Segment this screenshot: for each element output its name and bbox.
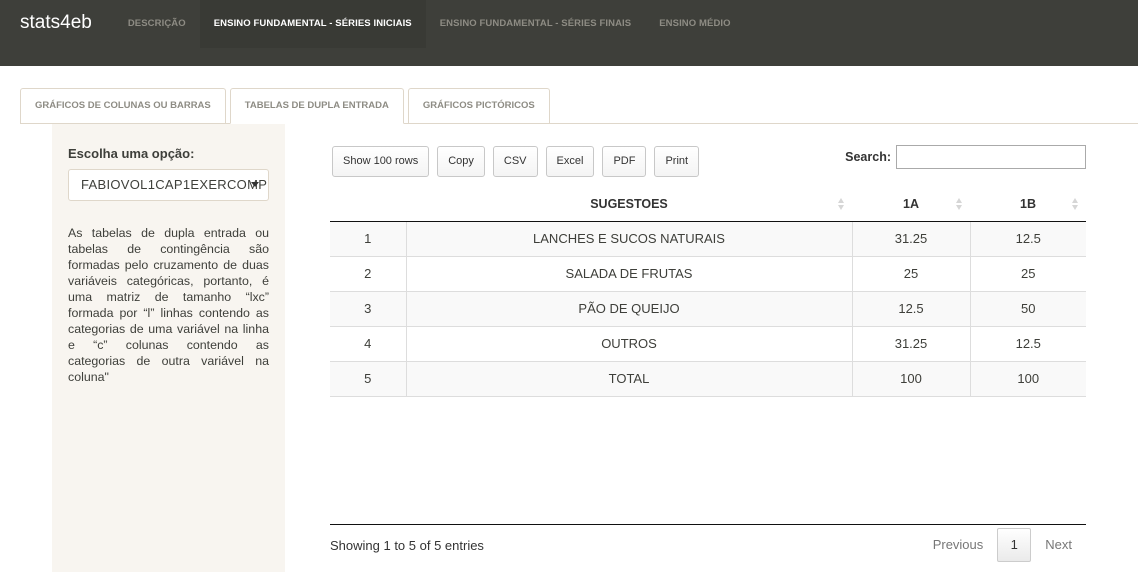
cell-1b: 12.5 xyxy=(969,220,1086,257)
option-select-value: FABIOVOL1CAP1EXERCOMP xyxy=(81,177,268,192)
sidebar-description: As tabelas de dupla entrada ou tabelas d… xyxy=(68,226,269,384)
table-row: 4 OUTROS 31.25 12.5 xyxy=(330,325,1086,362)
show-rows-button[interactable]: Show 100 rows xyxy=(332,146,430,177)
option-select[interactable]: FABIOVOL1CAP1EXERCOMP xyxy=(68,169,269,201)
cell-1a: 31.25 xyxy=(851,325,971,362)
cell-1b: 100 xyxy=(969,360,1086,397)
header-1a[interactable]: 1A xyxy=(852,187,970,222)
header-1b-label: 1B xyxy=(1020,196,1036,211)
cell-sugestao: PÃO DE QUEIJO xyxy=(405,290,853,327)
cell-1a: 100 xyxy=(851,360,971,397)
sidebar-panel: Escolha uma opção: FABIOVOL1CAP1EXERCOMP… xyxy=(52,124,285,572)
table-row: 5 TOTAL 100 100 xyxy=(330,360,1086,397)
cell-index: 2 xyxy=(330,255,407,292)
table-row: 1 LANCHES E SUCOS NATURAIS 31.25 12.5 xyxy=(330,220,1086,257)
header-index[interactable] xyxy=(330,187,406,222)
header-1b[interactable]: 1B xyxy=(970,187,1086,222)
cell-sugestao: LANCHES E SUCOS NATURAIS xyxy=(405,220,853,257)
print-button[interactable]: Print xyxy=(654,146,700,177)
cell-1a: 25 xyxy=(851,255,971,292)
excel-button[interactable]: Excel xyxy=(545,146,595,177)
header-sugestoes-label: SUGESTOES xyxy=(590,196,668,211)
search-label: Search: xyxy=(845,150,891,164)
sort-icon xyxy=(838,198,844,210)
option-label: Escolha uma opção: xyxy=(68,146,195,161)
cell-sugestao: OUTROS xyxy=(405,325,853,362)
header-sugestoes[interactable]: SUGESTOES xyxy=(406,187,852,222)
top-navbar: stats4eb DESCRIÇÃO ENSINO FUNDAMENTAL - … xyxy=(0,0,1138,66)
copy-button[interactable]: Copy xyxy=(437,146,485,177)
table-row: 2 SALADA DE FRUTAS 25 25 xyxy=(330,255,1086,292)
tab-graficos-colunas[interactable]: GRÁFICOS DE COLUNAS OU BARRAS xyxy=(20,88,226,123)
page-1-button[interactable]: 1 xyxy=(997,528,1032,562)
next-page-button[interactable]: Next xyxy=(1031,528,1086,562)
cell-1a: 12.5 xyxy=(851,290,971,327)
cell-sugestao: SALADA DE FRUTAS xyxy=(405,255,853,292)
nav-links: DESCRIÇÃO ENSINO FUNDAMENTAL - SÉRIES IN… xyxy=(114,0,745,66)
cell-1b: 12.5 xyxy=(969,325,1086,362)
cell-sugestao: TOTAL xyxy=(405,360,853,397)
search-input[interactable] xyxy=(896,145,1086,169)
sort-icon xyxy=(956,198,962,210)
header-1a-label: 1A xyxy=(903,196,919,211)
cell-index: 4 xyxy=(330,325,407,362)
nav-link-ensino-medio[interactable]: ENSINO MÉDIO xyxy=(645,0,744,48)
brand-title[interactable]: stats4eb xyxy=(0,0,114,56)
table-toolbar: Show 100 rows Copy CSV Excel PDF Print xyxy=(332,146,707,177)
table-footer-divider xyxy=(330,524,1086,525)
tab-bar: GRÁFICOS DE COLUNAS OU BARRAS TABELAS DE… xyxy=(20,88,554,124)
search-box: Search: xyxy=(845,145,1086,169)
main-panel: Show 100 rows Copy CSV Excel PDF Print S… xyxy=(330,124,1086,572)
nav-link-fundamental-iniciais[interactable]: ENSINO FUNDAMENTAL - SÉRIES INICIAIS xyxy=(199,0,426,48)
data-table: SUGESTOES 1A 1B 1 LANCHES E SUCOS NATURA… xyxy=(330,187,1086,397)
cell-index: 1 xyxy=(330,220,407,257)
nav-link-fundamental-finais[interactable]: ENSINO FUNDAMENTAL - SÉRIES FINAIS xyxy=(426,0,645,48)
previous-page-button[interactable]: Previous xyxy=(919,528,998,562)
pdf-button[interactable]: PDF xyxy=(602,146,647,177)
sort-icon xyxy=(1072,198,1078,210)
cell-1a: 31.25 xyxy=(851,220,971,257)
tab-graficos-pictoricos[interactable]: GRÁFICOS PICTÓRICOS xyxy=(407,88,550,123)
table-info: Showing 1 to 5 of 5 entries xyxy=(330,538,484,553)
csv-button[interactable]: CSV xyxy=(492,146,538,177)
nav-link-descricao[interactable]: DESCRIÇÃO xyxy=(114,0,200,48)
chevron-down-icon xyxy=(251,182,259,187)
cell-1b: 25 xyxy=(969,255,1086,292)
cell-index: 5 xyxy=(330,360,407,397)
table-row: 3 PÃO DE QUEIJO 12.5 50 xyxy=(330,290,1086,327)
tab-tabelas-dupla-entrada[interactable]: TABELAS DE DUPLA ENTRADA xyxy=(229,88,404,124)
cell-1b: 50 xyxy=(969,290,1086,327)
pagination: Previous 1 Next xyxy=(919,528,1086,562)
cell-index: 3 xyxy=(330,290,407,327)
